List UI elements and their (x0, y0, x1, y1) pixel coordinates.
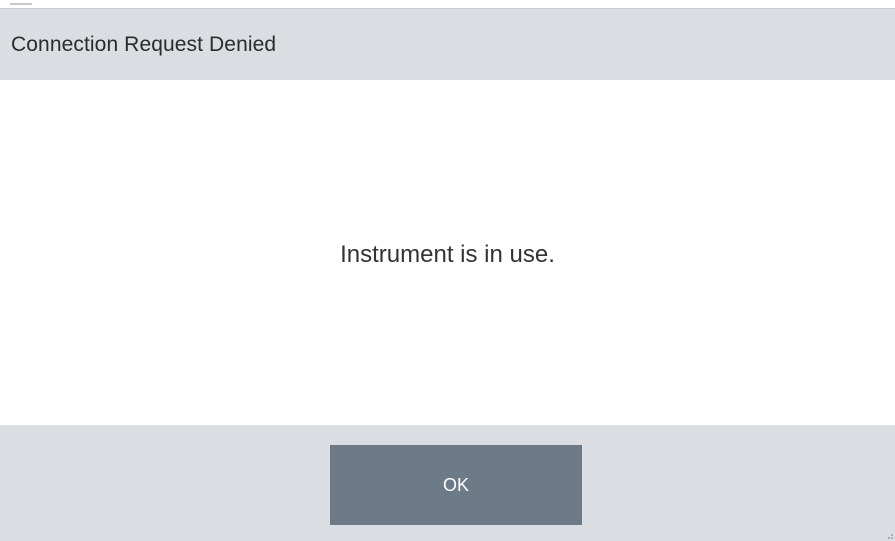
window-top-edge (0, 0, 895, 9)
dialog-content: Instrument is in use. (0, 80, 895, 425)
dialog-title-bar[interactable]: Connection Request Denied (0, 9, 895, 80)
ok-button[interactable]: OK (330, 445, 582, 525)
dialog-footer: OK (0, 425, 895, 541)
dialog-title: Connection Request Denied (11, 32, 277, 56)
window-top-edge-mark (10, 3, 32, 5)
resize-grip-icon[interactable] (885, 531, 893, 539)
dialog-message: Instrument is in use. (340, 240, 555, 268)
dialog-window: Connection Request Denied Instrument is … (0, 0, 895, 541)
